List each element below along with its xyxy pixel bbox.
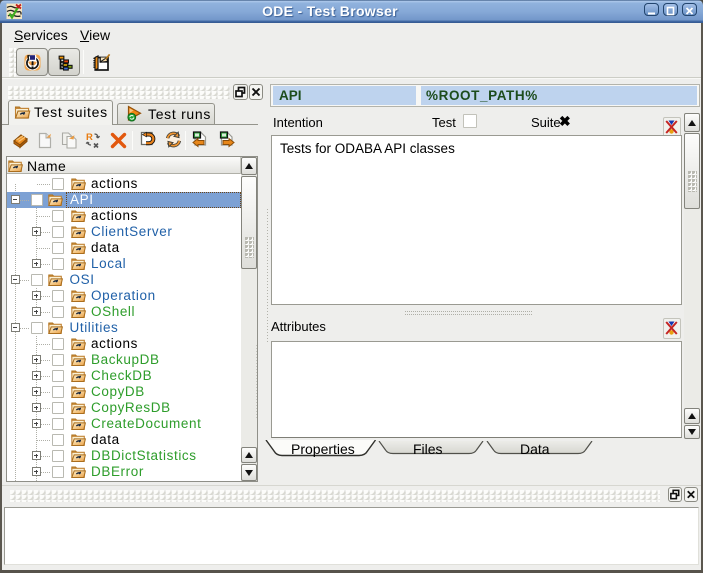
svg-text:R: R bbox=[86, 132, 93, 143]
